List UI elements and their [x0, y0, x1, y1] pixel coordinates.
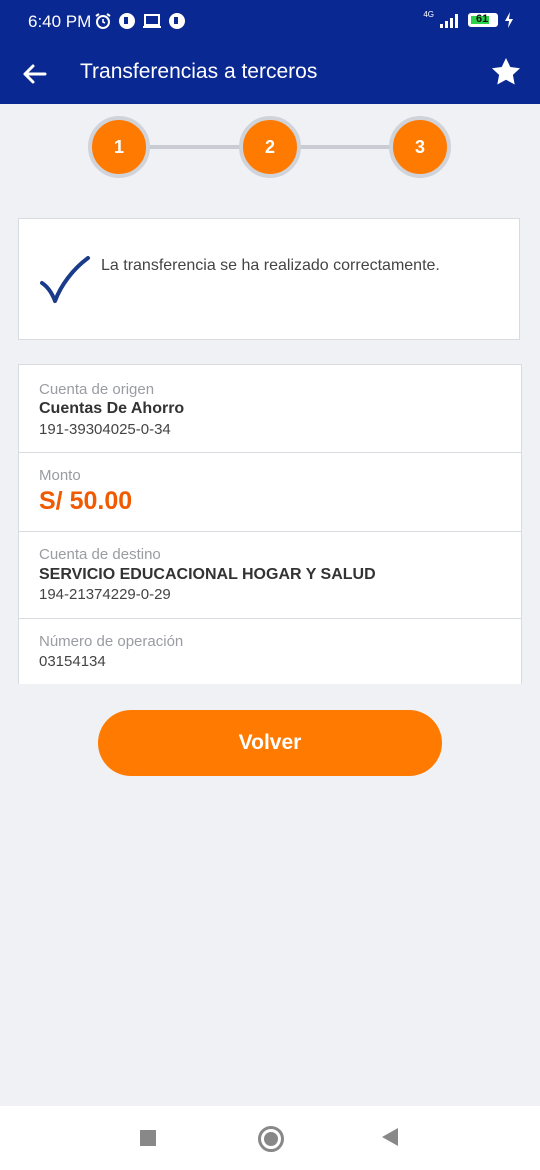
operation-number-value: 03154134	[39, 653, 106, 670]
operation-number-row: Número de operación 03154134	[19, 619, 521, 685]
status-notification-icons	[94, 12, 186, 30]
amount-row: Monto S/ 50.00	[19, 453, 521, 532]
operation-number-label: Número de operación	[39, 633, 184, 650]
destination-account-row: Cuenta de destino SERVICIO EDUCACIONAL H…	[19, 532, 521, 619]
success-card: La transferencia se ha realizado correct…	[18, 218, 520, 340]
amount-label: Monto	[39, 467, 81, 484]
stepper-line	[144, 145, 246, 149]
charging-icon	[505, 12, 513, 28]
recent-apps-icon[interactable]	[140, 1130, 156, 1146]
check-icon	[40, 256, 90, 303]
app-header: Transferencias a terceros	[0, 44, 540, 104]
app-notification-icon	[119, 13, 135, 29]
transfer-details: Cuenta de origen Cuentas De Ahorro 191-3…	[18, 364, 522, 684]
destination-account-name: SERVICIO EDUCACIONAL HOGAR Y SALUD	[39, 566, 376, 583]
battery-level: 61	[476, 13, 489, 25]
amount-value: S/ 50.00	[39, 487, 133, 515]
origin-account-name: Cuentas De Ahorro	[39, 400, 185, 417]
status-bar: 6:40 PM 4G 61	[0, 0, 540, 44]
back-triangle-icon[interactable]	[382, 1128, 398, 1146]
laptop-icon	[143, 14, 161, 28]
status-time: 6:40 PM	[28, 12, 92, 31]
destination-account-label: Cuenta de destino	[39, 546, 161, 563]
system-navigation-bar	[0, 1106, 540, 1170]
arrow-left-icon[interactable]	[20, 60, 48, 88]
step-3: 3	[389, 116, 451, 178]
origin-account-label: Cuenta de origen	[39, 381, 155, 398]
page-title: Transferencias a terceros	[80, 60, 318, 83]
origin-account-number: 191-39304025-0-34	[39, 421, 171, 438]
stepper-line	[296, 145, 398, 149]
network-type: 4G	[423, 9, 434, 19]
signal-icon	[440, 14, 458, 28]
battery-icon: 61	[468, 13, 498, 27]
success-message: La transferencia se ha realizado correct…	[101, 257, 440, 274]
star-icon[interactable]	[490, 56, 522, 88]
alarm-icon	[95, 13, 111, 29]
status-system-icons: 4G 61	[423, 9, 514, 28]
origin-account-row: Cuenta de origen Cuentas De Ahorro 191-3…	[19, 365, 521, 453]
destination-account-number: 194-21374229-0-29	[39, 586, 171, 603]
volver-button[interactable]: Volver	[98, 710, 442, 776]
step-2: 2	[239, 116, 301, 178]
home-icon[interactable]	[258, 1126, 284, 1152]
progress-stepper: 1 2 3	[0, 116, 540, 178]
step-1: 1	[88, 116, 150, 178]
app-notification-icon-2	[169, 13, 185, 29]
